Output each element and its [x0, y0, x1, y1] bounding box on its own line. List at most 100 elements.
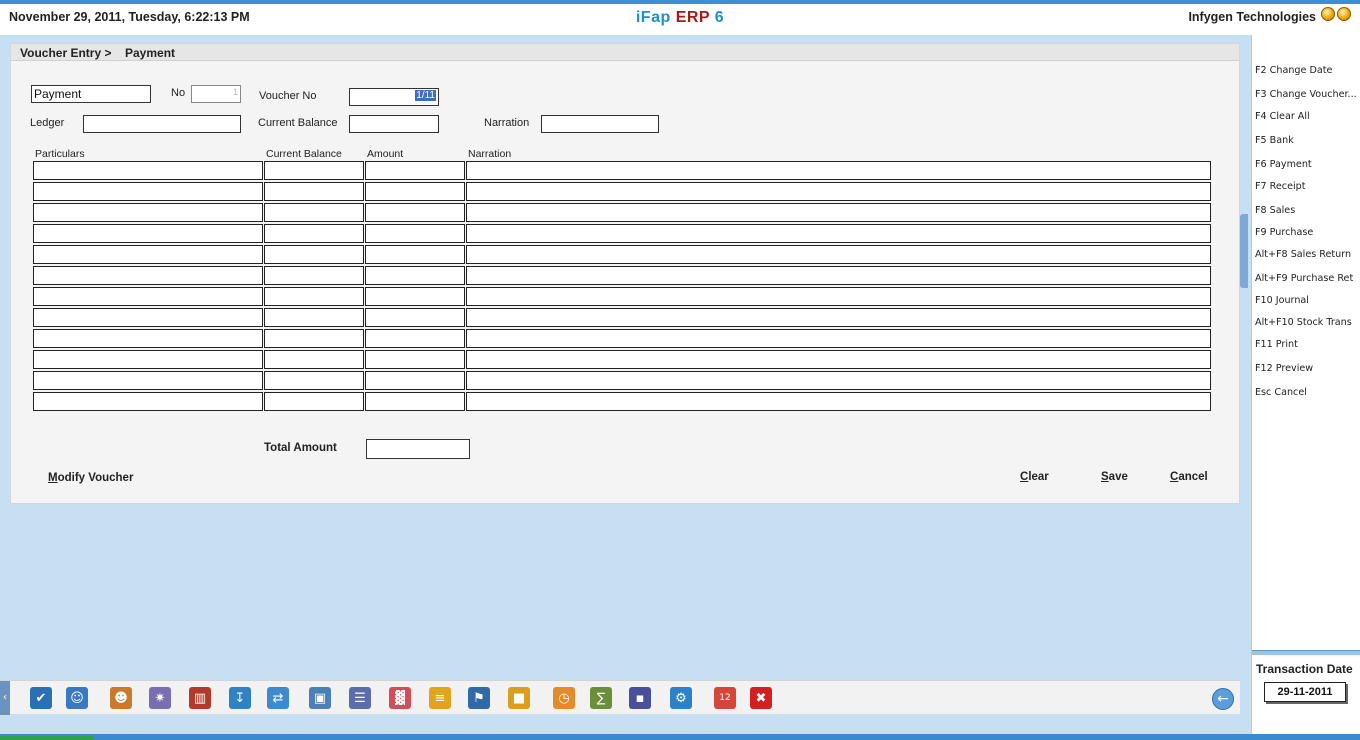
cell-narration[interactable] [466, 287, 1211, 306]
transfer-icon[interactable]: ⇄ [267, 687, 289, 709]
cell-particulars[interactable] [33, 266, 263, 285]
cell-narration[interactable] [466, 245, 1211, 264]
cell-amount[interactable] [365, 203, 465, 222]
cell-narration[interactable] [466, 392, 1211, 411]
cell-particulars[interactable] [33, 182, 263, 201]
cell-particulars[interactable] [33, 329, 263, 348]
cell-current-balance[interactable] [264, 224, 364, 243]
transaction-date-field[interactable]: 29-11-2011 [1264, 682, 1346, 702]
cell-current-balance[interactable] [264, 182, 364, 201]
save-button[interactable]: Save [1101, 471, 1128, 483]
package-icon[interactable]: ■ [508, 687, 530, 709]
cell-current-balance[interactable] [264, 371, 364, 390]
sidebar-shortcut-item[interactable]: F9 Purchase [1255, 227, 1360, 238]
voucher-type-field[interactable]: Payment [31, 85, 151, 103]
cell-current-balance[interactable] [264, 245, 364, 264]
no-field[interactable]: 1 [191, 85, 241, 103]
sidebar-shortcut-item[interactable]: F10 Journal [1255, 295, 1360, 306]
cell-narration[interactable] [466, 266, 1211, 285]
cell-particulars[interactable] [33, 350, 263, 369]
gear-icon[interactable]: ⚙ [670, 687, 692, 709]
cell-amount[interactable] [365, 287, 465, 306]
cell-current-balance[interactable] [264, 266, 364, 285]
sidebar-shortcut-item[interactable]: F3 Change Voucher... [1255, 89, 1360, 100]
cell-amount[interactable] [365, 329, 465, 348]
cell-narration[interactable] [466, 329, 1211, 348]
tree-icon[interactable]: ≡ [429, 687, 451, 709]
books-icon[interactable]: ▥ [189, 687, 211, 709]
cell-particulars[interactable] [33, 392, 263, 411]
bookmark-icon[interactable]: ⚑ [468, 687, 490, 709]
cell-current-balance[interactable] [264, 329, 364, 348]
chart-icon[interactable]: ▓ [389, 687, 411, 709]
calculator-icon[interactable]: ∑ [590, 687, 612, 709]
save-disk-icon[interactable]: ▪ [629, 687, 651, 709]
cancel-button[interactable]: Cancel [1170, 471, 1208, 483]
current-balance-field[interactable] [349, 115, 439, 133]
sidebar-shortcut-item[interactable]: Esc Cancel [1255, 387, 1360, 398]
sidebar-shortcut-item[interactable]: F12 Preview [1255, 363, 1360, 374]
cell-narration[interactable] [466, 224, 1211, 243]
breadcrumb-parent[interactable]: Voucher Entry > [20, 46, 111, 60]
back-arrow-icon[interactable]: ← [1212, 688, 1234, 710]
cell-particulars[interactable] [33, 308, 263, 327]
settings-dots-icon[interactable]: ✷ [149, 687, 171, 709]
cell-amount[interactable] [365, 224, 465, 243]
cell-amount[interactable] [365, 308, 465, 327]
sidebar-shortcut-item[interactable]: F8 Sales [1255, 205, 1360, 216]
window-icon[interactable]: ▣ [309, 687, 331, 709]
cell-amount[interactable] [365, 350, 465, 369]
toolbar-scroll-left-icon[interactable]: ‹ [0, 681, 10, 715]
cell-current-balance[interactable] [264, 350, 364, 369]
cart-icon[interactable]: ↧ [229, 687, 251, 709]
sidebar-shortcut-item[interactable]: Alt+F9 Purchase Ret [1255, 273, 1360, 284]
cell-particulars[interactable] [33, 287, 263, 306]
clear-button[interactable]: Clear [1020, 471, 1049, 483]
cell-current-balance[interactable] [264, 392, 364, 411]
cell-particulars[interactable] [33, 371, 263, 390]
total-amount-field[interactable] [366, 439, 470, 459]
sidebar-shortcut-item[interactable]: Alt+F10 Stock Trans [1255, 317, 1360, 328]
document-icon[interactable]: ☰ [349, 687, 371, 709]
voucher-icon[interactable]: ✔ [30, 687, 52, 709]
cell-amount[interactable] [365, 266, 465, 285]
clock-icon[interactable]: ◷ [553, 687, 575, 709]
cell-current-balance[interactable] [264, 161, 364, 180]
cell-narration[interactable] [466, 371, 1211, 390]
sidebar-shortcut-item[interactable]: F6 Payment [1255, 159, 1360, 170]
sidebar-shortcut-item[interactable]: Alt+F8 Sales Return [1255, 249, 1360, 260]
user-icon[interactable]: ☺ [66, 687, 88, 709]
calendar-icon[interactable]: 12 [714, 687, 736, 709]
cell-current-balance[interactable] [264, 287, 364, 306]
cell-narration[interactable] [466, 308, 1211, 327]
cell-amount[interactable] [365, 392, 465, 411]
minimize-button[interactable] [1321, 7, 1335, 21]
narration-field[interactable] [541, 115, 659, 133]
cell-particulars[interactable] [33, 203, 263, 222]
sidebar-shortcut-item[interactable]: F7 Receipt [1255, 181, 1360, 192]
close-icon[interactable]: ✖ [750, 687, 772, 709]
sidebar-collapse-handle[interactable] [1240, 214, 1248, 288]
modify-voucher-button[interactable]: Modify Voucher [48, 472, 133, 484]
cell-particulars[interactable] [33, 161, 263, 180]
cell-current-balance[interactable] [264, 308, 364, 327]
cell-particulars[interactable] [33, 245, 263, 264]
cell-narration[interactable] [466, 350, 1211, 369]
cell-narration[interactable] [466, 161, 1211, 180]
ledger-field[interactable] [83, 115, 241, 133]
cell-amount[interactable] [365, 182, 465, 201]
sidebar-shortcut-item[interactable]: F4 Clear All [1255, 111, 1360, 122]
employee-icon[interactable]: ☻ [110, 687, 132, 709]
sidebar-shortcut-item[interactable]: F2 Change Date [1255, 65, 1360, 76]
cell-amount[interactable] [365, 371, 465, 390]
sidebar-shortcut-item[interactable]: F11 Print [1255, 339, 1360, 350]
cell-amount[interactable] [365, 161, 465, 180]
cell-amount[interactable] [365, 245, 465, 264]
sidebar-shortcut-item[interactable]: F5 Bank [1255, 135, 1360, 146]
cell-narration[interactable] [466, 203, 1211, 222]
voucher-no-field[interactable]: 1/11 [349, 88, 439, 106]
cell-current-balance[interactable] [264, 203, 364, 222]
cell-narration[interactable] [466, 182, 1211, 201]
cell-particulars[interactable] [33, 224, 263, 243]
close-window-button[interactable] [1337, 7, 1351, 21]
